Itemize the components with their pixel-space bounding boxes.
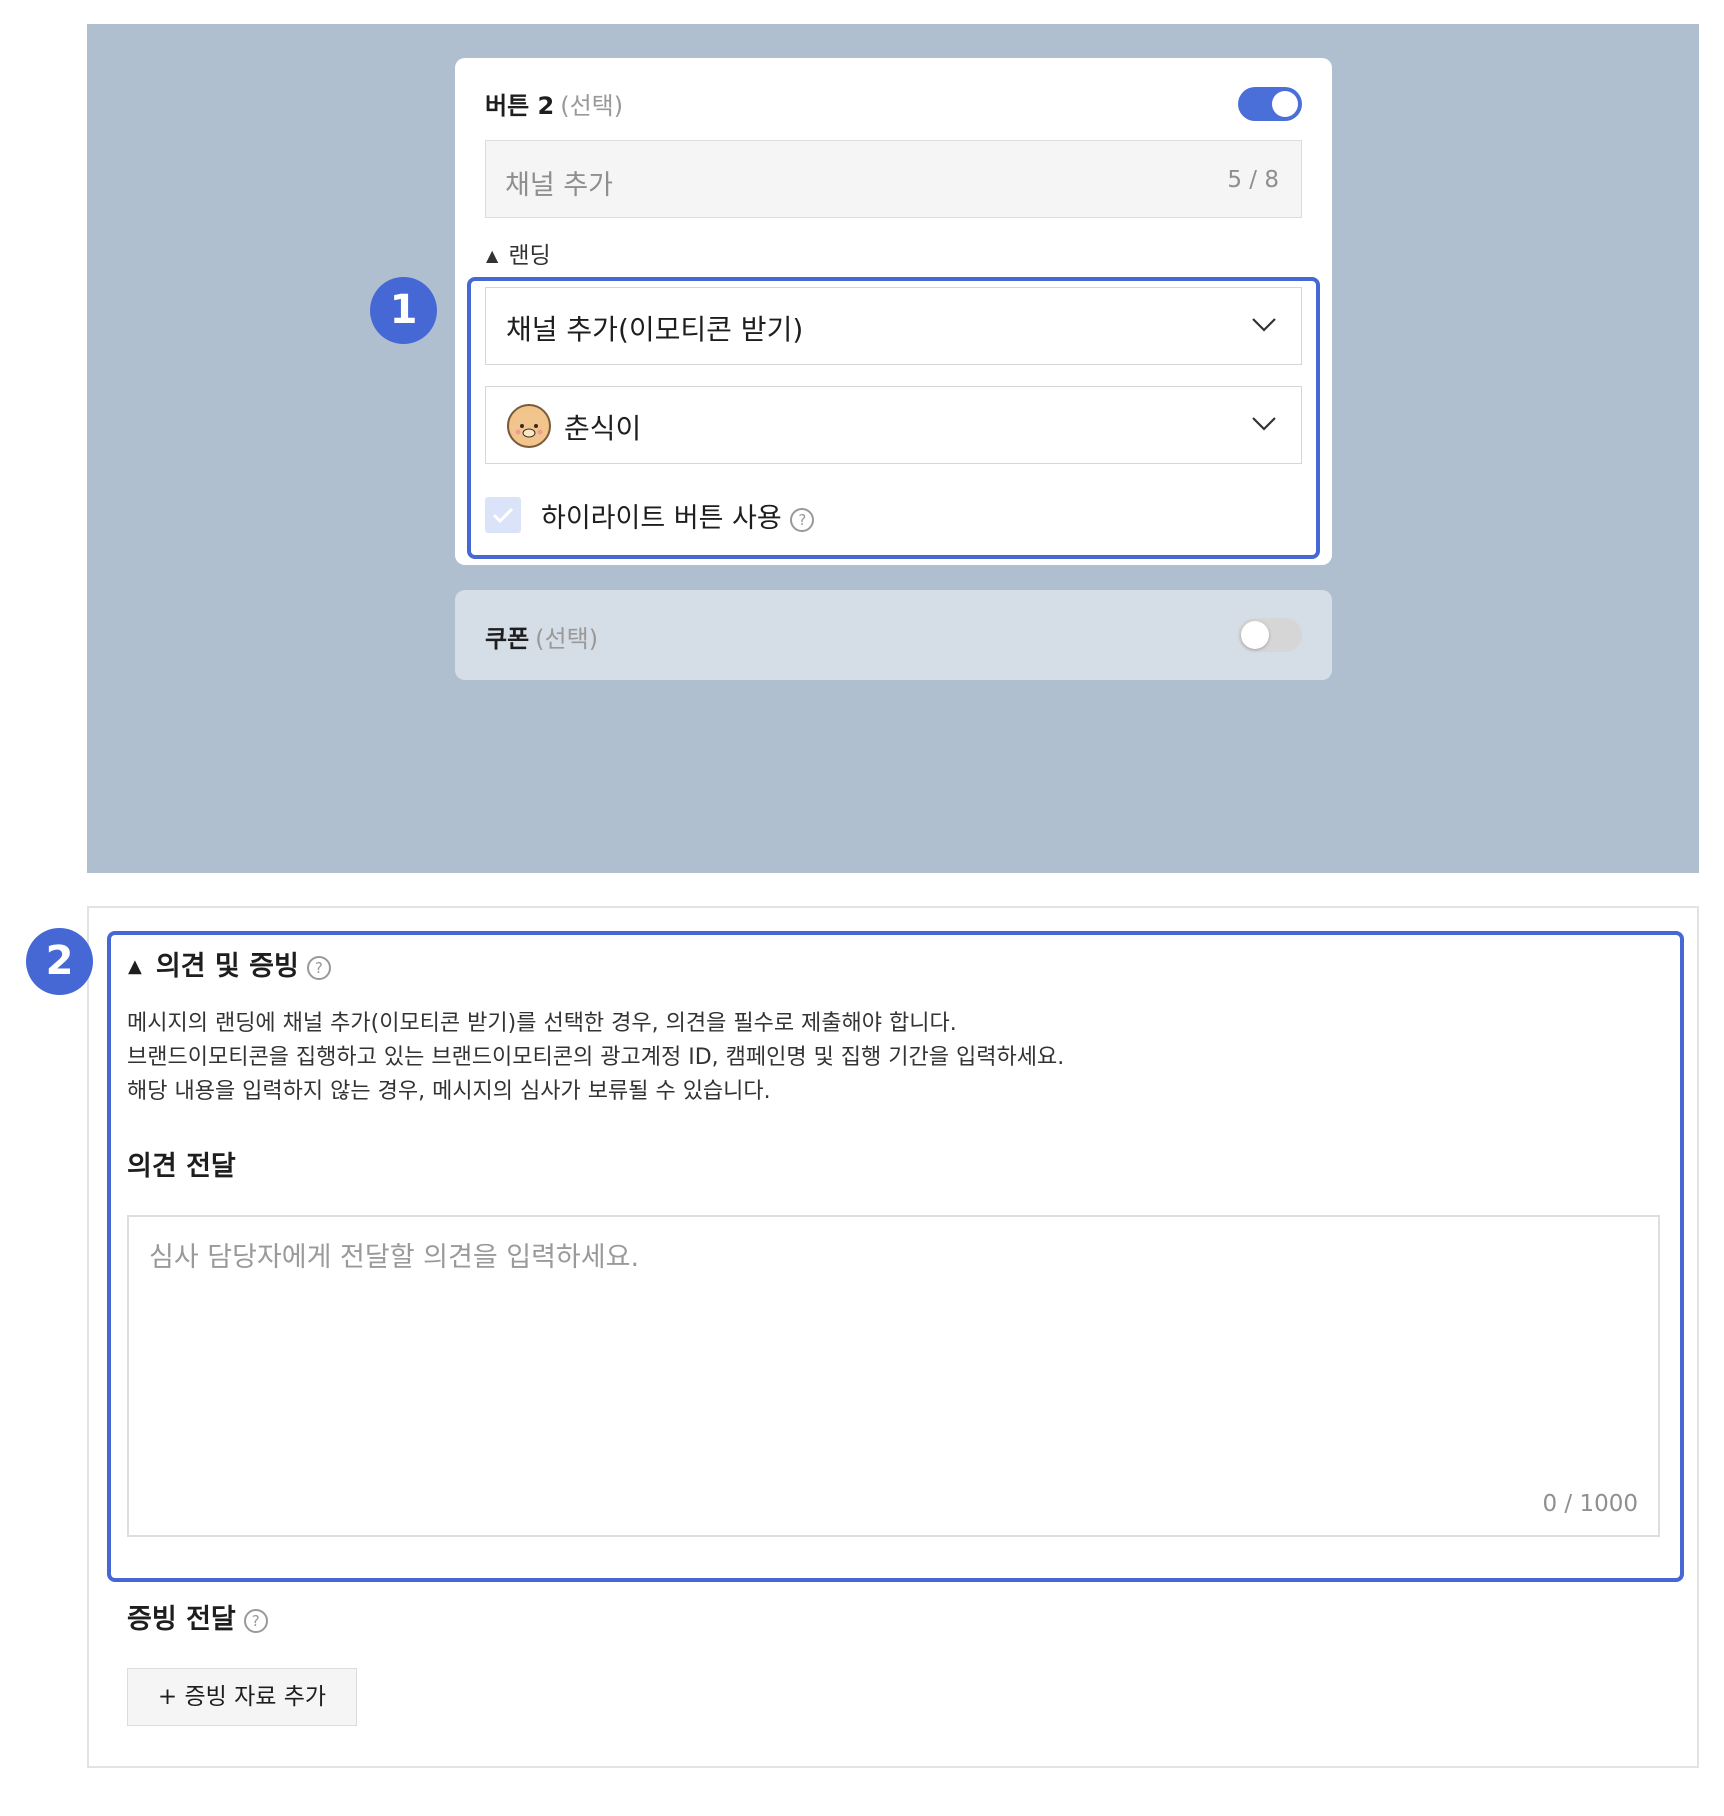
evidence-label-text: 증빙 전달 (127, 1604, 236, 1635)
character-avatar-icon (507, 404, 551, 448)
step-badge-1: 1 (370, 277, 437, 344)
emoticon-select[interactable]: 춘식이 (485, 386, 1302, 464)
triangle-up-icon: ▲ (128, 956, 142, 977)
opinion-label: 의견 전달 (127, 1151, 236, 1182)
add-evidence-button[interactable]: + 증빙 자료 추가 (127, 1668, 357, 1726)
emoticon-select-value: 춘식이 (564, 412, 642, 445)
toggle-knob (1272, 91, 1298, 117)
button2-toggle[interactable] (1238, 87, 1302, 121)
evidence-label: 증빙 전달? (127, 1597, 268, 1636)
landing-label-text: 랜딩 (508, 243, 551, 269)
landing-select[interactable]: 채널 추가(이모티콘 받기) (485, 287, 1302, 365)
button2-title: 버튼 2 (선택) (485, 86, 623, 121)
landing-toggle[interactable]: ▲ 랜딩 (486, 236, 551, 270)
chevron-down-icon (1252, 417, 1276, 431)
triangle-up-icon: ▲ (486, 246, 499, 265)
opinion-section-title-text: 의견 및 증빙 (155, 951, 299, 982)
landing-select-value: 채널 추가(이모티콘 받기) (506, 313, 804, 346)
opinion-section-title[interactable]: ▲ 의견 및 증빙? (128, 944, 331, 983)
button2-title-text: 버튼 2 (485, 92, 555, 120)
coupon-optional-text: (선택) (535, 625, 599, 653)
coupon-title: 쿠폰 (선택) (485, 619, 598, 654)
opinion-char-count: 0 / 1000 (1542, 1491, 1638, 1517)
description-line: 해당 내용을 입력하지 않는 경우, 메시지의 심사가 보류될 수 있습니다. (127, 1079, 771, 1104)
help-circle-icon[interactable]: ? (306, 955, 331, 980)
chevron-down-icon (1252, 318, 1276, 332)
checkbox-check-icon (492, 507, 514, 524)
opinion-textarea[interactable]: 심사 담당자에게 전달할 의견을 입력하세요. 0 / 1000 (127, 1215, 1660, 1537)
button2-optional-text: (선택) (560, 92, 624, 120)
description-line: 메시지의 랜딩에 채널 추가(이모티콘 받기)를 선택한 경우, 의견을 필수로… (127, 1011, 957, 1036)
help-circle-icon[interactable]: ? (790, 507, 815, 532)
coupon-title-text: 쿠폰 (485, 625, 530, 653)
highlight-checkbox[interactable] (485, 497, 521, 533)
toggle-knob (1241, 621, 1269, 649)
button-name-field[interactable]: 채널 추가 5 / 8 (485, 140, 1302, 218)
step-badge-2: 2 (26, 928, 93, 995)
help-circle-icon[interactable]: ? (243, 1608, 268, 1633)
opinion-placeholder: 심사 담당자에게 전달할 의견을 입력하세요. (149, 1242, 640, 1273)
highlight-label: 하이라이트 버튼 사용 ? (541, 496, 815, 535)
button-name-count: 5 / 8 (1227, 167, 1279, 193)
button-name-value: 채널 추가 (505, 170, 613, 201)
description-line: 브랜드이모티콘을 집행하고 있는 브랜드이모티콘의 광고계정 ID, 캠페인명 … (127, 1045, 1065, 1070)
highlight-label-text: 하이라이트 버튼 사용 (541, 503, 782, 534)
coupon-toggle[interactable] (1238, 618, 1302, 652)
